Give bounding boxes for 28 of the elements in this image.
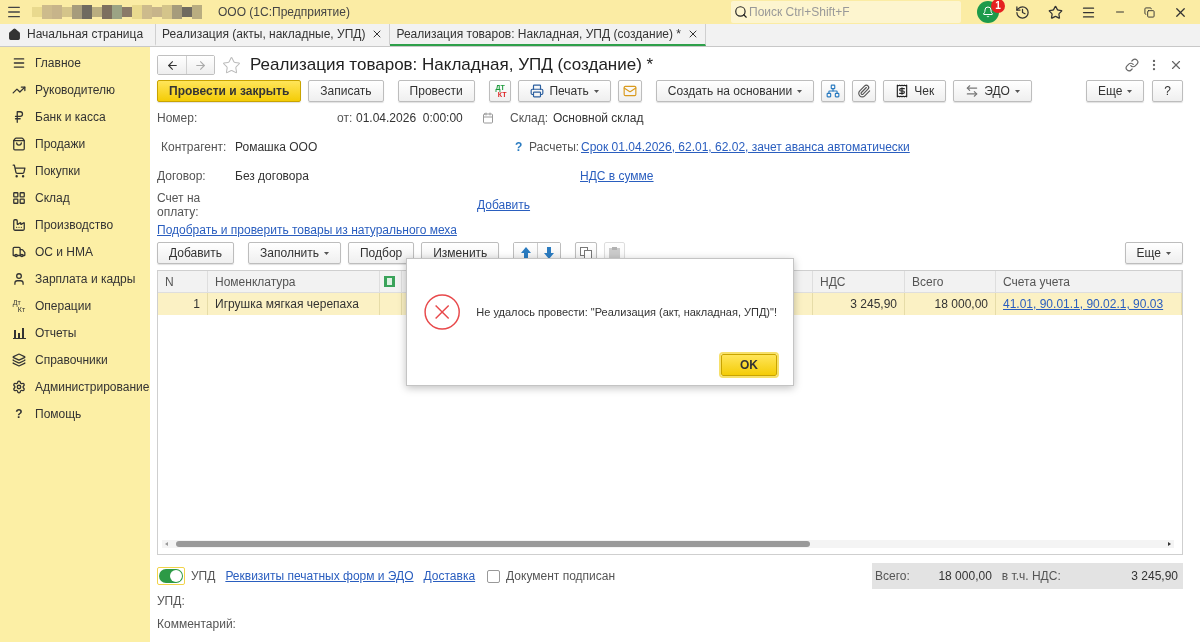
field-value: Ромашка ООО: [235, 140, 318, 154]
total-value: 18 000,00: [937, 569, 992, 583]
field-label: Контрагент:: [161, 140, 227, 154]
field-label: от:: [337, 110, 353, 125]
field-value: Основной склад: [553, 110, 644, 125]
field-label: Номер:: [157, 110, 198, 125]
notification-count: 1: [991, 0, 1005, 13]
field-label: УПД:: [157, 594, 185, 608]
app-title: ООО (1С:Предприятие): [218, 5, 350, 19]
field-label: Комментарий:: [157, 617, 236, 631]
vat-label: в т.ч. НДС:: [1001, 569, 1061, 583]
date-value: 01.04.2026 0:00:00: [356, 110, 463, 125]
field-value: Без договора: [235, 169, 309, 183]
table-cell: Игрушка мягкая черепаха: [208, 293, 380, 315]
help-icon: ?: [12, 406, 26, 421]
vat-value: 3 245,90: [1130, 569, 1178, 583]
toggle-label: УПД: [191, 569, 216, 583]
form-title: Реализация товаров: Накладная, УПД (создание) *: [250, 55, 654, 75]
table-cell: 1: [158, 293, 208, 315]
checkbox-label: Документ подписан: [506, 569, 616, 583]
field-label: Склад:: [510, 110, 549, 125]
table-cell: 18 000,00: [905, 293, 996, 315]
table-cell: 3 245,90: [813, 293, 905, 315]
error-message: Не удалось провести: "Реализация (акт, накладная, УПД)"!: [476, 305, 777, 318]
field-label: Счет на оплату:: [157, 191, 202, 219]
field-label: Договор:: [157, 169, 206, 183]
field-label: Расчеты:: [529, 140, 580, 154]
total-label: Всего:: [875, 569, 910, 583]
